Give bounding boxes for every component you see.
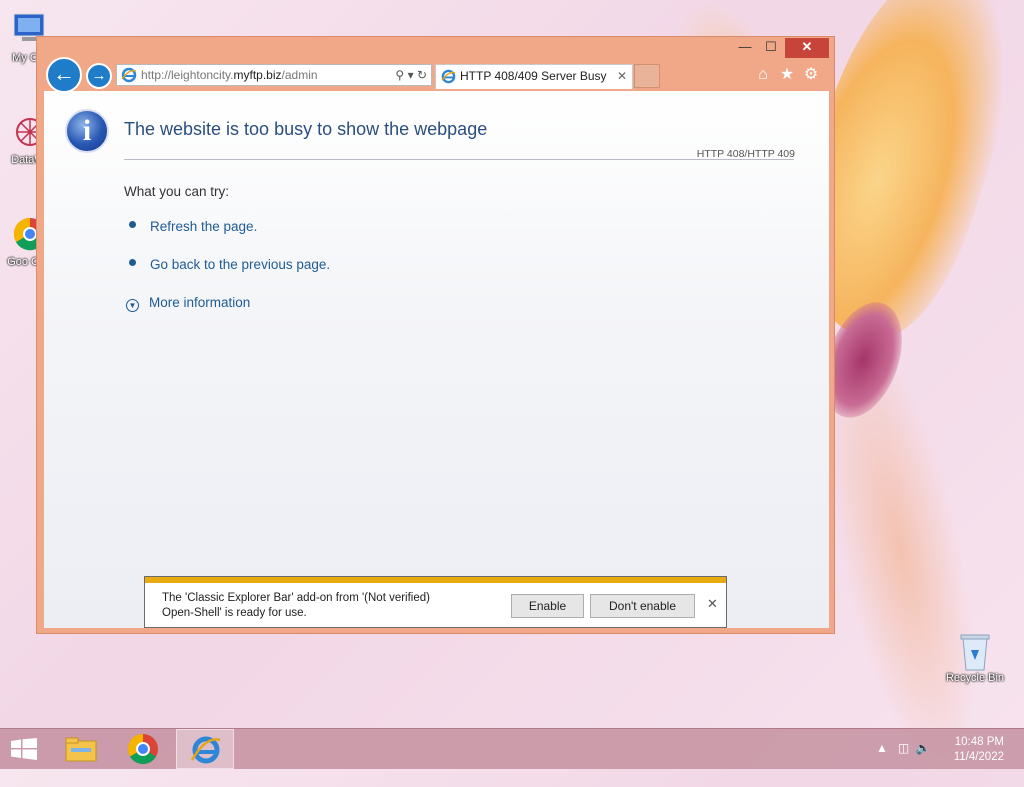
bullet-icon [129, 259, 136, 266]
search-icon[interactable]: ⚲ [395, 68, 404, 82]
expand-chevron-icon: ▼ [126, 299, 139, 312]
what-you-can-try-label: What you can try: [124, 184, 230, 199]
address-tools: ⚲ ▾ ↻ [395, 65, 427, 85]
taskbar-chrome[interactable] [114, 729, 172, 769]
addon-notification-bar: The 'Classic Explorer Bar' add-on from '… [144, 576, 727, 628]
notification-accent [145, 577, 726, 583]
ie-tab-icon [441, 69, 456, 92]
chevron-down-icon[interactable]: ▾ [408, 68, 414, 82]
recycle-bin-icon [955, 630, 995, 671]
chrome-icon [127, 734, 158, 765]
page-title: The website is too busy to show the webp… [124, 119, 488, 139]
ie-page-icon [121, 67, 137, 89]
internet-explorer-icon [190, 736, 221, 764]
go-back-link[interactable]: Go back to the previous page. [124, 257, 330, 272]
maximize-button[interactable]: ☐ [757, 38, 785, 58]
start-icon [11, 738, 37, 760]
back-arrow-icon: ← [53, 61, 75, 86]
page-content: i The website is too busy to show the we… [44, 91, 829, 628]
close-notification-icon[interactable]: ✕ [707, 596, 718, 612]
notification-message: The 'Classic Explorer Bar' add-on from '… [162, 592, 430, 619]
network-icon[interactable]: ◫ [898, 741, 909, 755]
taskbar-file-explorer[interactable] [52, 729, 110, 769]
show-hidden-icons-icon[interactable]: ▲ [876, 741, 888, 755]
system-tray: ▲ ◫ 🔈 [876, 741, 931, 755]
start-button[interactable] [0, 729, 48, 769]
enable-button[interactable]: Enable [511, 594, 584, 618]
forward-arrow-icon: → [91, 67, 107, 84]
desktop-icon-recycle-bin[interactable]: Recycle Bin [939, 630, 1011, 684]
new-tab-button[interactable] [634, 64, 660, 88]
close-button[interactable]: ✕ [785, 38, 829, 58]
tab-close-icon[interactable]: ✕ [617, 65, 627, 88]
home-icon[interactable]: ⌂ [754, 66, 772, 84]
more-information-toggle[interactable]: ▼ More information [126, 295, 250, 312]
refresh-page-link[interactable]: Refresh the page. [124, 219, 257, 234]
volume-icon[interactable]: 🔈 [916, 741, 931, 755]
browser-window[interactable]: — ☐ ✕ ← → http://leightoncity.myftp.biz/… [36, 36, 835, 634]
tab-title: HTTP 408/409 Server Busy [460, 69, 607, 83]
divider [124, 159, 794, 160]
dont-enable-button[interactable]: Don't enable [590, 594, 695, 618]
minimize-button[interactable]: — [731, 38, 759, 58]
tab-active[interactable]: HTTP 408/409 Server Busy ✕ [435, 64, 633, 89]
settings-icon[interactable]: ⚙ [802, 66, 820, 84]
back-button[interactable]: ← [46, 57, 82, 93]
address-url[interactable]: http://leightoncity.myftp.biz/admin [141, 65, 318, 85]
taskbar: ▲ ◫ 🔈 10:48 PM 11/4/2022 [0, 728, 1024, 769]
forward-button[interactable]: → [86, 63, 112, 89]
address-bar[interactable]: http://leightoncity.myftp.biz/admin ⚲ ▾ … [116, 64, 432, 86]
bullet-icon [129, 221, 136, 228]
favorites-icon[interactable]: ★ [778, 66, 796, 84]
file-explorer-icon [65, 737, 97, 762]
info-icon: i [65, 109, 109, 153]
taskbar-internet-explorer[interactable] [176, 729, 234, 769]
refresh-icon[interactable]: ↻ [417, 68, 427, 82]
clock[interactable]: 10:48 PM 11/4/2022 [954, 735, 1004, 765]
